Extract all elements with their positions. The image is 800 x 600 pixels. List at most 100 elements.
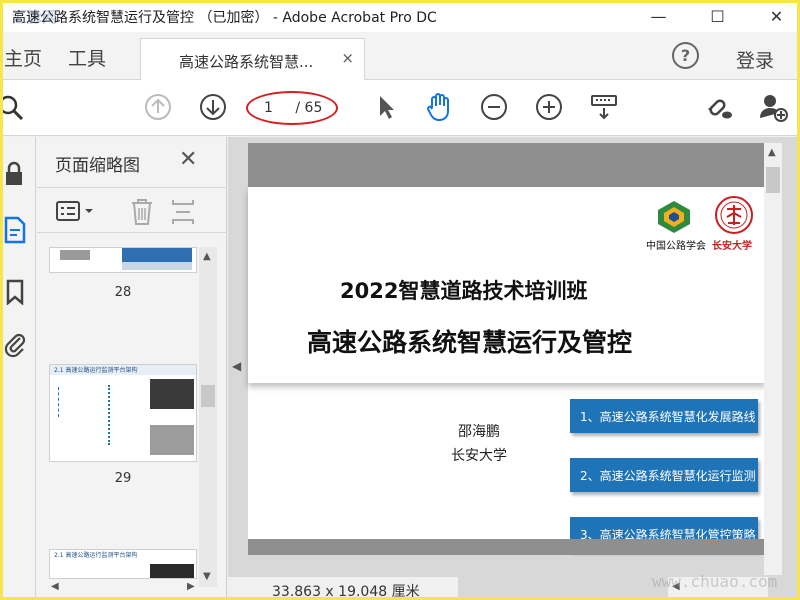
- collapse-left-arrow-icon[interactable]: ◀: [232, 359, 241, 373]
- course-title: 2022智慧道路技术培训班: [340, 279, 588, 303]
- thumbnail-scroll-thumb[interactable]: [201, 385, 215, 407]
- university-logo-name: 长安大学: [712, 241, 752, 252]
- maximize-button[interactable]: ☐: [695, 0, 740, 32]
- scroll-up-arrow-icon[interactable]: ▲: [203, 251, 211, 262]
- link-cloud-icon: [708, 99, 732, 119]
- thumbnail-page-30[interactable]: 2.1 高速公路运行监测平台架构: [49, 549, 197, 579]
- page-navigator[interactable]: 1 / 65: [264, 100, 322, 116]
- thumb-diagram: [108, 385, 138, 445]
- help-icon: ?: [680, 46, 691, 65]
- extract-page-button[interactable]: [171, 198, 195, 230]
- thumbnail-options-button[interactable]: [55, 200, 97, 226]
- cursor-arrow-icon: [380, 96, 394, 119]
- close-window-button[interactable]: ✕: [754, 0, 799, 32]
- attachments-button[interactable]: [0, 329, 30, 359]
- thumbnail-page-number: 28: [114, 285, 132, 300]
- thumb-image-block: [150, 379, 194, 409]
- total-pages: / 65: [295, 100, 323, 116]
- tab-document[interactable]: 高速公路系统智慧... ×: [140, 38, 365, 80]
- previous-page-button[interactable]: [143, 92, 173, 122]
- login-button[interactable]: 登录: [736, 46, 774, 73]
- panel-toolbar: [37, 187, 227, 233]
- close-panel-button[interactable]: ✕: [179, 147, 197, 172]
- thumb-image-block: [150, 564, 194, 578]
- document-scroll-thumb[interactable]: [766, 167, 780, 193]
- page-thumbnails-button[interactable]: [0, 215, 30, 245]
- agenda-item-1: 1、高速公路系统智慧化发展路线: [570, 399, 758, 433]
- thumbnail-heading: 2.1 高速公路运行监测平台架构: [54, 367, 138, 374]
- pages-icon: [4, 216, 26, 244]
- trash-icon: [132, 199, 152, 225]
- delete-page-button[interactable]: [129, 198, 155, 230]
- thumb-image-block: [150, 425, 194, 455]
- zoom-out-button[interactable]: [479, 92, 509, 122]
- scroll-down-arrow-icon[interactable]: ▼: [203, 571, 211, 582]
- plus-circle-icon: [536, 94, 562, 120]
- slide-main-title: 高速公路系统智慧运行及管控: [307, 328, 633, 357]
- scroll-right-arrow-icon[interactable]: ▶: [187, 581, 195, 592]
- highway-society-logo-icon: [658, 201, 690, 233]
- left-rail: [0, 137, 36, 600]
- tab-bar: 主页 工具 高速公路系统智慧... × ? 登录: [0, 32, 800, 80]
- search-icon: [0, 95, 24, 120]
- close-tab-button[interactable]: ×: [341, 49, 354, 67]
- slide-header-band: [248, 143, 766, 187]
- next-page-button[interactable]: [198, 92, 228, 122]
- highway-society-name: 中国公路学会: [646, 241, 706, 252]
- toolbar: [0, 80, 800, 136]
- minus-circle-icon: [481, 94, 507, 120]
- author-university: 长安大学: [451, 448, 507, 464]
- hand-tool-button[interactable]: [424, 92, 454, 122]
- scroll-left-arrow-icon[interactable]: ◀: [51, 581, 59, 592]
- thumb-diagram: [58, 387, 98, 417]
- thumb-image-block: [60, 250, 90, 260]
- close-icon: ✕: [769, 6, 784, 26]
- pdf-page: 中国公路学会 长安大学 2022智慧道路技术培训班 高速公路系统智慧运行及管控 …: [248, 143, 766, 555]
- scroll-up-arrow-icon[interactable]: ▲: [768, 147, 776, 158]
- page-extract-icon: [172, 200, 194, 224]
- slide-footer-band: [248, 539, 766, 555]
- lock-icon: [6, 161, 22, 185]
- title-bar: 汇脉网 高速公路系统智慧运行及管控 （已加密） - Adobe Acrobat …: [0, 0, 800, 32]
- list-options-icon: [56, 201, 93, 221]
- thumb-image-block: [122, 248, 192, 262]
- page-size-text: 33.863 x 19.048 厘米: [272, 584, 420, 600]
- zoom-in-button[interactable]: [534, 92, 564, 122]
- security-button[interactable]: [0, 159, 30, 189]
- corner-watermark: www.chuao.com: [652, 572, 778, 591]
- search-button[interactable]: [0, 92, 28, 122]
- page-display-button[interactable]: [589, 92, 619, 122]
- thumbnail-panel: 页面缩略图 ✕ ▲ ▼ 28 2.1 高速公路运行监测平台架构 29 2.1 高…: [37, 137, 227, 600]
- minimize-button[interactable]: —: [636, 0, 681, 32]
- tab-tools[interactable]: 工具: [68, 44, 106, 71]
- window-title: 高速公路系统智慧运行及管控 （已加密） - Adobe Acrobat Pro …: [12, 10, 437, 26]
- bookmark-icon: [6, 279, 24, 305]
- tab-home[interactable]: 主页: [4, 44, 42, 71]
- maximize-icon: ☐: [710, 6, 725, 26]
- chang-an-university-logo-icon: [715, 196, 753, 234]
- thumbnail-page-number: 29: [114, 471, 132, 486]
- hand-icon: [427, 93, 449, 122]
- thumbnail-heading: 2.1 高速公路运行监测平台架构: [54, 552, 138, 559]
- author-name: 邵海鹏: [458, 424, 500, 440]
- help-button[interactable]: ?: [672, 42, 699, 69]
- keyboard-scroll-icon: [591, 95, 617, 120]
- document-scrollbar[interactable]: ▲: [764, 143, 782, 575]
- current-page-input[interactable]: 1: [264, 100, 273, 116]
- thumbnail-page-29[interactable]: 2.1 高速公路运行监测平台架构: [49, 364, 197, 462]
- thumb-image-block: [122, 262, 192, 270]
- minimize-icon: —: [650, 6, 667, 26]
- thumbnail-page-28[interactable]: [49, 247, 197, 273]
- add-user-icon: [760, 95, 788, 122]
- arrow-down-circle-icon: [200, 94, 226, 120]
- bookmarks-button[interactable]: [0, 277, 30, 307]
- document-view[interactable]: ◀ 中国公路学会 长安大学 2022智慧道路技术培训班 高速公路系统智慧运行及管…: [228, 137, 800, 600]
- add-user-button[interactable]: [758, 92, 788, 122]
- panel-title: 页面缩略图: [55, 156, 140, 176]
- arrow-up-circle-icon: [145, 94, 171, 120]
- select-tool-button[interactable]: [371, 92, 401, 122]
- page-size-bar: 33.863 x 19.048 厘米: [228, 577, 458, 600]
- share-link-button[interactable]: [703, 92, 733, 122]
- agenda-item-2: 2、高速公路系统智慧化运行监测: [570, 458, 758, 492]
- document-tab-label: 高速公路系统智慧...: [179, 53, 314, 71]
